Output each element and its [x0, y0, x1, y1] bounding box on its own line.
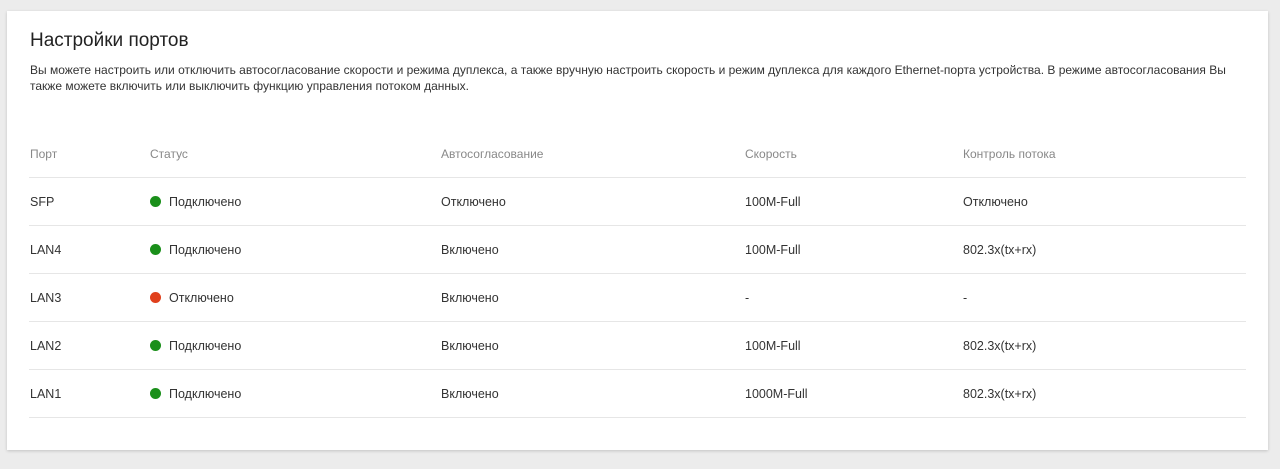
page-title: Настройки портов — [30, 30, 189, 51]
port-status: Подключено — [150, 322, 241, 369]
status-label: Отключено — [169, 290, 234, 305]
status-dot-icon — [150, 196, 161, 207]
header-port: Порт — [30, 147, 58, 161]
port-status: Отключено — [150, 274, 234, 321]
status-dot-icon — [150, 388, 161, 399]
port-speed: 1000M-Full — [745, 386, 808, 401]
port-speed: 100M-Full — [745, 338, 801, 353]
port-autoneg: Включено — [441, 242, 499, 257]
port-flow: 802.3x(tx+rx) — [963, 338, 1037, 353]
status-label: Подключено — [169, 386, 242, 401]
port-settings-card: Настройки портов Вы можете настроить или… — [7, 11, 1268, 450]
header-status: Статус — [150, 147, 188, 161]
page-description: Вы можете настроить или отключить автосо… — [30, 63, 1226, 93]
status-label: Подключено — [169, 194, 242, 209]
status-dot-icon — [150, 340, 161, 351]
port-status: Подключено — [150, 226, 241, 273]
ports-table: Порт Статус Автосогласование Скорость Ко… — [29, 131, 1246, 418]
port-flow: 802.3x(tx+rx) — [963, 386, 1037, 401]
port-autoneg: Включено — [441, 290, 499, 305]
port-flow: Отключено — [963, 194, 1028, 209]
status-label: Подключено — [169, 242, 242, 257]
port-name: LAN4 — [30, 242, 62, 257]
header-flow: Контроль потока — [963, 147, 1056, 161]
table-row: LAN4 Подключено Включено 100M-Full 802.3… — [29, 226, 1246, 274]
table-header-row: Порт Статус Автосогласование Скорость Ко… — [29, 131, 1246, 178]
status-label: Подключено — [169, 338, 242, 353]
port-autoneg: Включено — [441, 338, 499, 353]
port-name: LAN1 — [30, 386, 62, 401]
table-row: LAN2 Подключено Включено 100M-Full 802.3… — [29, 322, 1246, 370]
port-status: Подключено — [150, 370, 241, 417]
table-row: LAN1 Подключено Включено 1000M-Full 802.… — [29, 370, 1246, 418]
port-speed: 100M-Full — [745, 242, 801, 257]
port-speed: - — [745, 290, 750, 305]
port-status: Подключено — [150, 178, 241, 225]
port-name: LAN3 — [30, 290, 62, 305]
table-row: SFP Подключено Отключено 100M-Full Отклю… — [29, 178, 1246, 226]
port-speed: 100M-Full — [745, 194, 801, 209]
status-dot-icon — [150, 292, 161, 303]
header-speed: Скорость — [745, 147, 797, 161]
port-name: SFP — [30, 194, 55, 209]
port-autoneg: Отключено — [441, 194, 506, 209]
table-row: LAN3 Отключено Включено - - — [29, 274, 1246, 322]
port-name: LAN2 — [30, 338, 62, 353]
port-flow: - — [963, 290, 968, 305]
port-autoneg: Включено — [441, 386, 499, 401]
header-autoneg: Автосогласование — [441, 147, 544, 161]
status-dot-icon — [150, 244, 161, 255]
port-flow: 802.3x(tx+rx) — [963, 242, 1037, 257]
